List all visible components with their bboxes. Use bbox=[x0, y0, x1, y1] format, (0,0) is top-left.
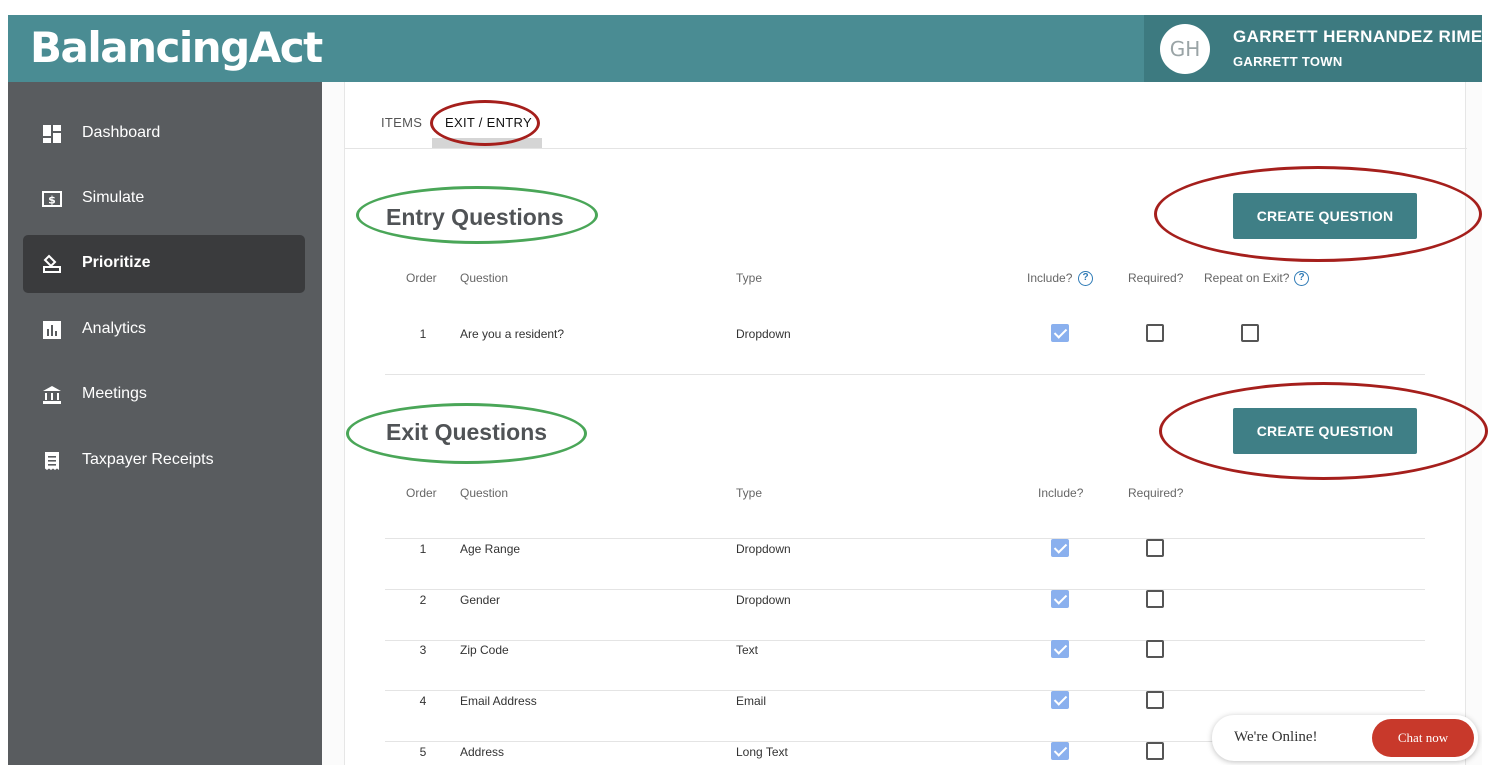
ballot-icon bbox=[43, 254, 61, 273]
include-checkbox[interactable] bbox=[1051, 324, 1069, 342]
row-question[interactable]: Age Range bbox=[460, 542, 520, 556]
bar-chart-icon bbox=[43, 321, 61, 339]
row-type: Text bbox=[736, 643, 759, 657]
active-tab-indicator bbox=[432, 138, 542, 148]
row-order: 4 bbox=[419, 694, 427, 708]
sidebar-item-label: Prioritize bbox=[82, 254, 151, 271]
tab-items[interactable]: ITEMS bbox=[381, 115, 422, 130]
sidebar-item-prioritize[interactable]: Prioritize bbox=[23, 235, 305, 293]
tab-exit-entry[interactable]: EXIT / ENTRY bbox=[445, 115, 532, 130]
row-divider bbox=[385, 374, 1425, 375]
sidebar-item-meetings[interactable]: Meetings bbox=[23, 366, 305, 424]
user-panel[interactable]: GH GARRETT HERNANDEZ RIMER GARRETT TOWN bbox=[1144, 15, 1482, 82]
sidebar-item-taxpayer-receipts[interactable]: Taxpayer Receipts bbox=[23, 432, 305, 490]
required-checkbox[interactable] bbox=[1146, 324, 1164, 342]
row-divider bbox=[385, 589, 1425, 590]
column-header-question: Question bbox=[460, 271, 509, 285]
column-header-required: Required? bbox=[1128, 271, 1184, 285]
logo[interactable]: BalancingAct bbox=[30, 19, 323, 77]
sidebar-item-dashboard[interactable]: Dashboard bbox=[23, 105, 305, 163]
user-town: GARRETT TOWN bbox=[1233, 54, 1343, 69]
column-header-repeat-on-exit: Repeat on Exit? bbox=[1204, 271, 1290, 285]
row-type: Email bbox=[736, 694, 767, 708]
sidebar-item-label: Taxpayer Receipts bbox=[82, 451, 214, 468]
row-divider bbox=[385, 538, 1425, 539]
row-order: 2 bbox=[419, 593, 427, 607]
row-order: 1 bbox=[419, 327, 427, 341]
column-header-include: Include? bbox=[1038, 486, 1084, 500]
row-type: Dropdown bbox=[736, 593, 791, 607]
create-exit-question-button[interactable]: CREATE QUESTION bbox=[1233, 408, 1417, 454]
user-name: GARRETT HERNANDEZ RIMER bbox=[1233, 27, 1482, 46]
chat-widget[interactable]: We're Online! Chat now bbox=[1212, 715, 1478, 761]
dashboard-icon bbox=[43, 125, 61, 143]
row-question[interactable]: Email Address bbox=[460, 694, 537, 708]
bank-icon bbox=[43, 386, 61, 404]
row-order: 3 bbox=[419, 643, 427, 657]
include-checkbox[interactable] bbox=[1051, 742, 1069, 760]
row-divider bbox=[385, 690, 1425, 691]
top-bar: BalancingAct GH GARRETT HERNANDEZ RIMER … bbox=[8, 15, 1482, 82]
row-type: Long Text bbox=[736, 745, 788, 759]
chat-now-button[interactable]: Chat now bbox=[1372, 719, 1474, 757]
row-type: Dropdown bbox=[736, 542, 791, 556]
exit-questions-title: Exit Questions bbox=[386, 419, 548, 445]
sidebar-item-simulate[interactable]: $ Simulate bbox=[23, 170, 305, 228]
required-checkbox[interactable] bbox=[1146, 590, 1164, 608]
column-header-order: Order bbox=[406, 271, 437, 285]
column-header-type: Type bbox=[736, 271, 763, 285]
receipt-icon bbox=[45, 452, 59, 470]
sidebar-item-label: Meetings bbox=[82, 385, 147, 402]
row-order: 5 bbox=[419, 745, 427, 759]
column-header-required: Required? bbox=[1128, 486, 1184, 500]
row-divider bbox=[385, 640, 1425, 641]
row-order: 1 bbox=[419, 542, 427, 556]
row-question[interactable]: Are you a resident? bbox=[460, 327, 564, 341]
include-checkbox[interactable] bbox=[1051, 590, 1069, 608]
main-content: ITEMS EXIT / ENTRY Entry Questions CREAT… bbox=[344, 82, 1467, 765]
sidebar-item-label: Dashboard bbox=[82, 124, 161, 141]
dollar-icon: $ bbox=[42, 191, 62, 207]
sidebar-item-label: Simulate bbox=[82, 189, 145, 206]
required-checkbox[interactable] bbox=[1146, 539, 1164, 557]
required-checkbox[interactable] bbox=[1146, 640, 1164, 658]
row-question[interactable]: Zip Code bbox=[460, 643, 509, 657]
entry-questions-title: Entry Questions bbox=[386, 204, 564, 230]
sidebar-item-label: Analytics bbox=[82, 320, 147, 337]
tab-bar: ITEMS EXIT / ENTRY bbox=[345, 82, 1467, 149]
column-header-include: Include? bbox=[1027, 271, 1073, 285]
create-entry-question-button[interactable]: CREATE QUESTION bbox=[1233, 193, 1417, 239]
include-checkbox[interactable] bbox=[1051, 539, 1069, 557]
sidebar-item-analytics[interactable]: Analytics bbox=[23, 301, 305, 359]
include-checkbox[interactable] bbox=[1051, 640, 1069, 658]
row-type: Dropdown bbox=[736, 327, 791, 341]
help-icon[interactable]: ? bbox=[1294, 271, 1309, 286]
row-question[interactable]: Gender bbox=[460, 593, 500, 607]
required-checkbox[interactable] bbox=[1146, 742, 1164, 760]
column-header-question: Question bbox=[460, 486, 509, 500]
include-checkbox[interactable] bbox=[1051, 691, 1069, 709]
svg-text:$: $ bbox=[48, 194, 56, 207]
row-question[interactable]: Address bbox=[460, 745, 504, 759]
column-header-order: Order bbox=[406, 486, 437, 500]
column-header-type: Type bbox=[736, 486, 763, 500]
repeat-on-exit-checkbox[interactable] bbox=[1241, 324, 1259, 342]
sidebar: Dashboard $ Simulate Prioritize Analytic… bbox=[8, 82, 322, 765]
avatar[interactable]: GH bbox=[1160, 24, 1210, 74]
help-icon[interactable]: ? bbox=[1078, 271, 1093, 286]
chat-status: We're Online! bbox=[1234, 729, 1318, 745]
app-window: BalancingAct GH GARRETT HERNANDEZ RIMER … bbox=[8, 15, 1482, 765]
required-checkbox[interactable] bbox=[1146, 691, 1164, 709]
